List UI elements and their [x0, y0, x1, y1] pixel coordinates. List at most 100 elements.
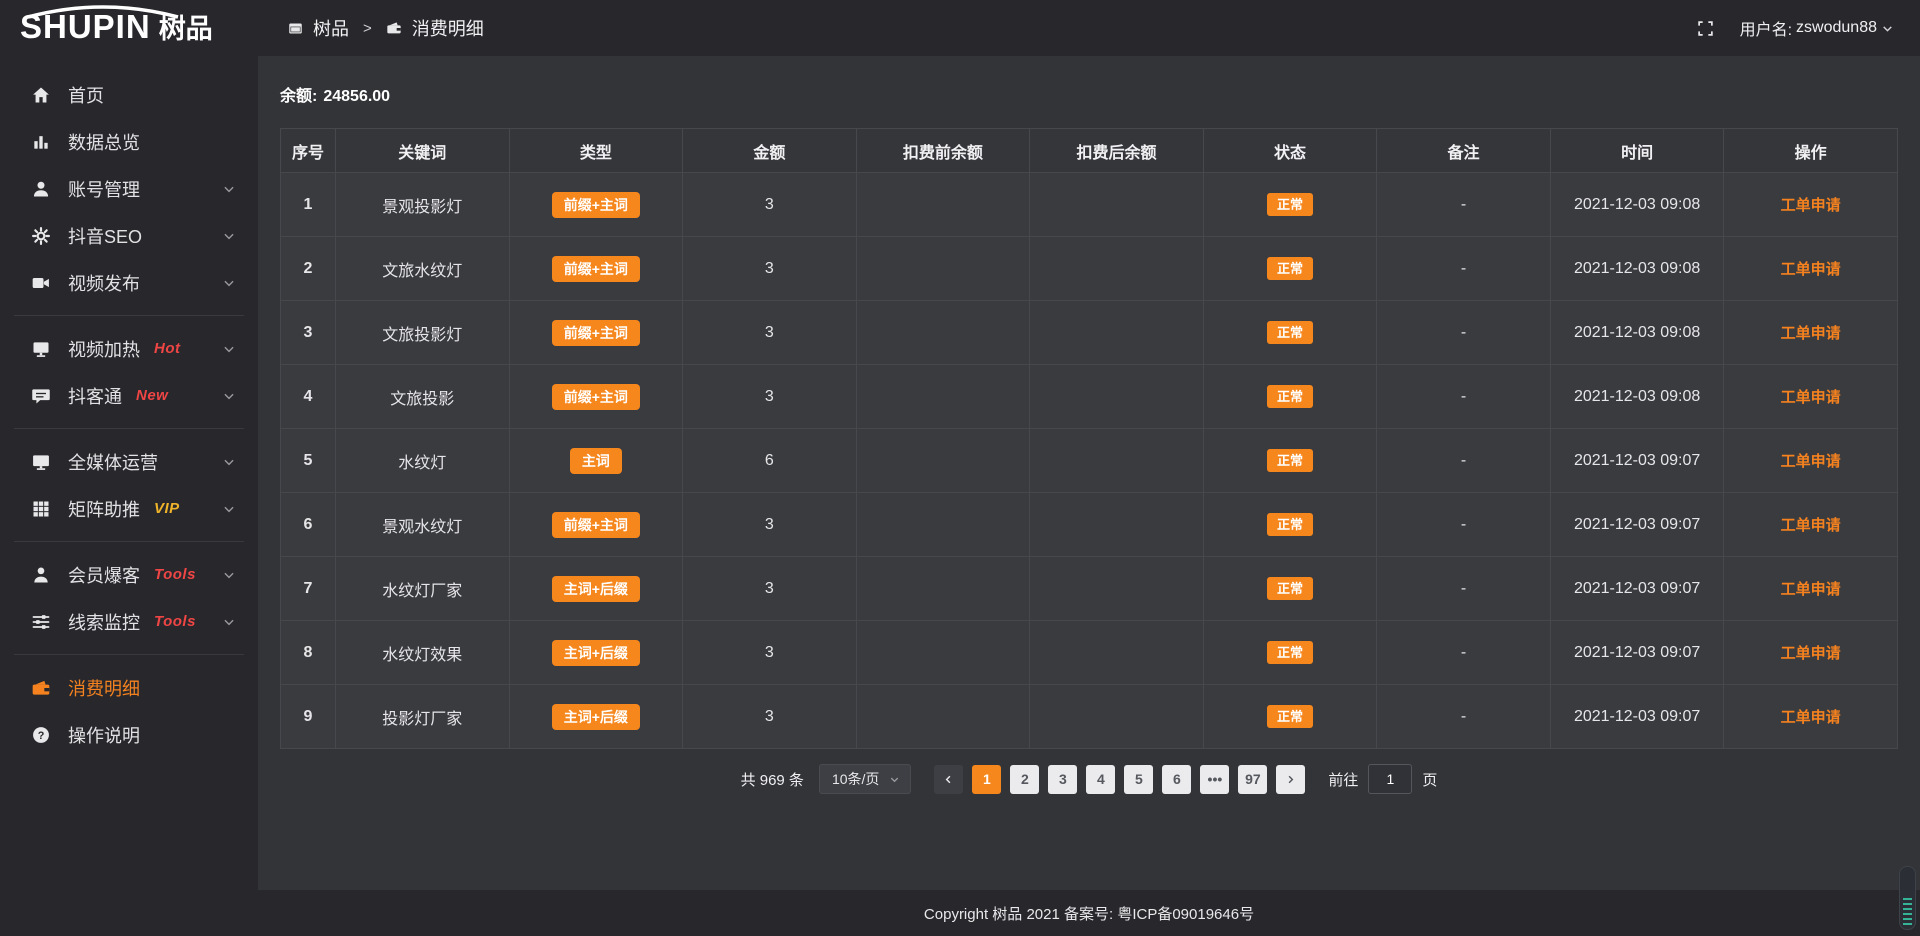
cell-keyword: 水纹灯	[336, 429, 510, 493]
cell-balance-after	[1030, 621, 1204, 685]
work-order-link[interactable]: 工单申请	[1781, 581, 1841, 598]
more-pages-button[interactable]: •••	[1200, 765, 1229, 794]
status-badge: 正常	[1267, 321, 1313, 344]
gear-icon	[30, 225, 52, 247]
column-header: 关键词	[336, 129, 510, 173]
sidebar-item-label: 数据总览	[68, 129, 140, 155]
sidebar-item-tag: Hot	[154, 340, 181, 357]
work-order-link[interactable]: 工单申请	[1781, 389, 1841, 406]
chevron-down-icon	[222, 182, 236, 196]
page-button-3[interactable]: 3	[1048, 765, 1077, 794]
work-order-link[interactable]: 工单申请	[1781, 709, 1841, 726]
table-row: 8水纹灯效果主词+后缀3正常-2021-12-03 09:07工单申请	[281, 621, 1898, 685]
goto-page-input[interactable]	[1368, 764, 1412, 794]
wallet-icon	[386, 20, 402, 36]
page-size-value: 10条/页	[832, 769, 879, 789]
goto-suffix: 页	[1422, 769, 1437, 790]
cell-time: 2021-12-03 09:07	[1550, 685, 1724, 749]
page-button-5[interactable]: 5	[1124, 765, 1153, 794]
prev-page-button[interactable]	[934, 765, 963, 794]
cell-status: 正常	[1203, 237, 1377, 301]
cell-amount: 3	[683, 237, 857, 301]
cell-index: 1	[281, 173, 336, 237]
cell-index: 4	[281, 365, 336, 429]
sidebar-item-grid[interactable]: 矩阵助推VIP	[0, 485, 258, 532]
chevron-down-icon	[222, 276, 236, 290]
cell-type: 前缀+主词	[509, 365, 683, 429]
breadcrumb-home[interactable]: 树品	[313, 15, 349, 41]
sidebar-item-person[interactable]: 会员爆客Tools	[0, 551, 258, 598]
sidebar-divider	[14, 654, 244, 655]
cell-type: 主词+后缀	[509, 557, 683, 621]
page-size-select[interactable]: 10条/页	[819, 764, 911, 794]
cell-status: 正常	[1203, 685, 1377, 749]
pagination-total: 共 969 条	[741, 769, 804, 790]
sidebar-item-label: 账号管理	[68, 176, 140, 202]
next-page-button[interactable]	[1276, 765, 1305, 794]
cell-balance-before	[856, 173, 1030, 237]
table-row: 7水纹灯厂家主词+后缀3正常-2021-12-03 09:07工单申请	[281, 557, 1898, 621]
consumption-table-wrap: 序号关键词类型金额扣费前余额扣费后余额状态备注时间操作 1景观投影灯前缀+主词3…	[258, 106, 1920, 749]
page-button-4[interactable]: 4	[1086, 765, 1115, 794]
sidebar-divider	[14, 315, 244, 316]
chevron-right-icon	[1285, 774, 1296, 785]
sidebar-item-sliders[interactable]: 线索监控Tools	[0, 598, 258, 645]
sidebar-item-screen[interactable]: 视频加热Hot	[0, 325, 258, 372]
user-menu[interactable]: 用户名: zswodun88	[1740, 16, 1894, 40]
sidebar-item-gear[interactable]: 抖音SEO	[0, 212, 258, 259]
column-header: 类型	[509, 129, 683, 173]
sidebar-item-chat[interactable]: 抖客通New	[0, 372, 258, 419]
goto-label: 前往	[1328, 769, 1358, 790]
sidebar-item-label: 首页	[68, 82, 104, 108]
cell-type: 前缀+主词	[509, 493, 683, 557]
cell-time: 2021-12-03 09:07	[1550, 557, 1724, 621]
type-badge: 前缀+主词	[552, 384, 640, 410]
chevron-down-icon	[1881, 22, 1894, 35]
cell-amount: 3	[683, 365, 857, 429]
cell-balance-before	[856, 685, 1030, 749]
cell-balance-after	[1030, 429, 1204, 493]
scrollbar-widget[interactable]	[1899, 866, 1916, 930]
cell-time: 2021-12-03 09:08	[1550, 365, 1724, 429]
page-button-6[interactable]: 6	[1162, 765, 1191, 794]
sidebar-menu: 首页数据总览账号管理抖音SEO视频发布视频加热Hot抖客通New 全媒体运营矩阵助…	[0, 57, 258, 936]
breadcrumb-separator: >	[359, 20, 376, 37]
fullscreen-icon[interactable]	[1697, 20, 1714, 37]
cell-remark: -	[1377, 365, 1551, 429]
sidebar-item-tag: VIP	[154, 500, 180, 517]
page-button-97[interactable]: 97	[1238, 765, 1267, 794]
work-order-link[interactable]: 工单申请	[1781, 645, 1841, 662]
cell-amount: 3	[683, 173, 857, 237]
sidebar-item-monitor[interactable]: 全媒体运营	[0, 438, 258, 485]
sidebar-item-help[interactable]: ?操作说明	[0, 711, 258, 758]
sidebar-item-home[interactable]: 首页	[0, 71, 258, 118]
work-order-link[interactable]: 工单申请	[1781, 261, 1841, 278]
chevron-down-icon	[222, 502, 236, 516]
chevron-down-icon	[222, 389, 236, 403]
sidebar-item-wallet[interactable]: 消费明细	[0, 664, 258, 711]
cell-action: 工单申请	[1724, 557, 1898, 621]
cell-action: 工单申请	[1724, 493, 1898, 557]
status-badge: 正常	[1267, 449, 1313, 472]
footer: Copyright 树品 2021 备案号: 粤ICP备09019646号	[258, 890, 1920, 936]
page-button-2[interactable]: 2	[1010, 765, 1039, 794]
cell-remark: -	[1377, 301, 1551, 365]
copyright-text: Copyright 树品 2021 备案号: 粤ICP备09019646号	[924, 903, 1254, 924]
work-order-link[interactable]: 工单申请	[1781, 197, 1841, 214]
work-order-link[interactable]: 工单申请	[1781, 453, 1841, 470]
sidebar-item-user[interactable]: 账号管理	[0, 165, 258, 212]
work-order-link[interactable]: 工单申请	[1781, 325, 1841, 342]
cell-action: 工单申请	[1724, 685, 1898, 749]
status-badge: 正常	[1267, 257, 1313, 280]
work-order-link[interactable]: 工单申请	[1781, 517, 1841, 534]
chevron-down-icon	[889, 774, 900, 785]
column-header: 扣费前余额	[856, 129, 1030, 173]
chevron-down-icon	[222, 615, 236, 629]
cell-index: 6	[281, 493, 336, 557]
sidebar-item-chart[interactable]: 数据总览	[0, 118, 258, 165]
type-badge: 前缀+主词	[552, 256, 640, 282]
chat-icon	[30, 385, 52, 407]
page-button-1[interactable]: 1	[972, 765, 1001, 794]
sidebar-item-camera[interactable]: 视频发布	[0, 259, 258, 306]
cell-status: 正常	[1203, 621, 1377, 685]
